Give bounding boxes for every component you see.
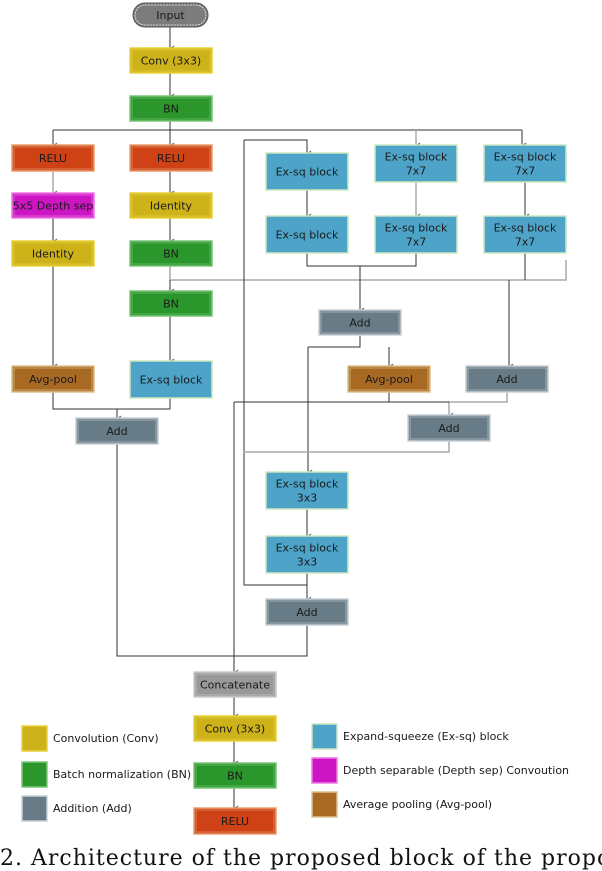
node-depthsep-b1: 5x5 Depth sep (11, 192, 95, 219)
legend-item-bn: Batch normalization (BN) (21, 761, 191, 788)
node-label: Input (156, 9, 185, 22)
node-label: Ex-sq block (494, 222, 557, 235)
node-exsq7-b4a: Ex-sq block7x7 (374, 144, 458, 183)
connector-line (116, 398, 171, 421)
connector-line (243, 140, 307, 586)
legend-label: Average pooling (Avg-pool) (343, 798, 492, 811)
node-label: RELU (221, 815, 249, 828)
node-add-bottom: Add (265, 598, 349, 626)
connector-line (308, 335, 361, 348)
node-concat: Concatenate (193, 671, 277, 698)
node-relu-b1: RELU (11, 144, 95, 172)
node-label: Ex-sq block (494, 151, 557, 164)
node-label: Ex-sq block (276, 166, 339, 179)
connector-line (169, 260, 567, 281)
node-label: Ex-sq block (276, 542, 339, 555)
legend-item-depthsep: Depth separable (Depth sep) Convoution (311, 757, 569, 784)
legend-label: Batch normalization (BN) (53, 768, 191, 781)
node-exsq3-a: Ex-sq block3x3 (265, 471, 349, 510)
node-bn-b2b: BN (129, 290, 213, 317)
node-label: Add (496, 373, 517, 386)
node-relu-b2: RELU (129, 144, 213, 172)
node-label: Ex-sq block (385, 151, 448, 164)
node-label: BN (163, 248, 179, 261)
node-exsq-b2: Ex-sq block (129, 360, 213, 399)
node-exsq7-b5b: Ex-sq block7x7 (483, 215, 567, 254)
node-avgpool-mid: Avg-pool (347, 365, 431, 393)
node-label: 5x5 Depth sep (13, 200, 94, 213)
architecture-diagram: Input Conv (3x3) BN RELU 5x5 Depth sep Identi… (11, 2, 569, 835)
node-bn-b2a: BN (129, 240, 213, 267)
node-label: 3x3 (297, 492, 318, 505)
connector-line (243, 441, 450, 453)
node-exsq7-b4b: Ex-sq block7x7 (374, 215, 458, 254)
legend-label: Depth separable (Depth sep) Convoution (343, 764, 569, 777)
node-label: Ex-sq block (276, 229, 339, 242)
legend-swatch (311, 723, 338, 750)
node-exsq3-b: Ex-sq block3x3 (265, 535, 349, 574)
legend-label: Convolution (Conv) (53, 732, 159, 745)
node-label: Identity (32, 248, 75, 261)
node-label: Add (438, 422, 459, 435)
node-label: Ex-sq block (385, 222, 448, 235)
legend-label: Expand-squeeze (Ex-sq) block (343, 730, 509, 743)
node-label: Add (296, 606, 317, 619)
node-exsq-b3b: Ex-sq block (265, 215, 349, 254)
node-label: Conv (3x3) (141, 55, 201, 68)
node-conv-bottom: Conv (3x3) (193, 715, 277, 742)
node-input: Input (132, 2, 209, 28)
node-identity-b2: Identity (129, 192, 213, 219)
node-label: Add (349, 317, 370, 330)
node-label: RELU (157, 152, 185, 165)
connector-line (244, 139, 312, 156)
node-label: Avg-pool (365, 373, 413, 386)
node-label: 7x7 (515, 165, 536, 178)
node-label: 3x3 (297, 556, 318, 569)
connector-line (448, 392, 508, 418)
figure-caption: 2. Architecture of the proposed block of… (0, 846, 602, 871)
node-label: Avg-pool (29, 373, 77, 386)
node-add-right: Add (465, 365, 549, 393)
node-label: RELU (39, 152, 67, 165)
node-add-mid: Add (318, 309, 402, 336)
node-avgpool-b1: Avg-pool (11, 365, 95, 393)
node-exsq-b3a: Ex-sq block (265, 152, 349, 191)
node-add-right2: Add (407, 414, 491, 442)
legend: Convolution (Conv) Batch normalization (B… (21, 723, 569, 822)
node-label: BN (163, 103, 179, 116)
legend-swatch (21, 795, 48, 822)
legend-swatch (311, 757, 338, 784)
node-add-left: Add (75, 417, 159, 445)
legend-item-conv: Convolution (Conv) (21, 725, 159, 752)
node-label: 7x7 (406, 165, 427, 178)
node-label: BN (163, 298, 179, 311)
node-identity-b1: Identity (11, 240, 95, 267)
legend-item-exsq: Expand-squeeze (Ex-sq) block (311, 723, 509, 750)
legend-swatch (21, 761, 48, 788)
legend-swatch (311, 791, 338, 818)
node-label: BN (227, 770, 243, 783)
legend-item-avgpool: Average pooling (Avg-pool) (311, 791, 492, 818)
node-bn-bottom: BN (193, 762, 277, 789)
node-exsq7-b5a: Ex-sq block7x7 (483, 144, 567, 183)
connector-line (306, 253, 417, 267)
nodes: Input Conv (3x3) BN RELU 5x5 Depth sep Identi… (11, 2, 567, 835)
node-label: Ex-sq block (276, 478, 339, 491)
node-conv-top: Conv (3x3) (129, 47, 213, 74)
node-label: 7x7 (406, 236, 427, 249)
legend-label: Addition (Add) (53, 802, 132, 815)
node-label: Ex-sq block (140, 374, 203, 387)
node-label: Identity (150, 200, 193, 213)
node-label: Concatenate (200, 679, 270, 692)
node-label: Conv (3x3) (205, 723, 265, 736)
node-relu-bottom: RELU (193, 807, 277, 835)
legend-item-add: Addition (Add) (21, 795, 132, 822)
node-bn-top: BN (129, 95, 213, 122)
node-label: 7x7 (515, 236, 536, 249)
connector-line (52, 392, 117, 410)
legend-swatch (21, 725, 48, 752)
node-label: Add (106, 425, 127, 438)
connector-line (388, 392, 449, 403)
